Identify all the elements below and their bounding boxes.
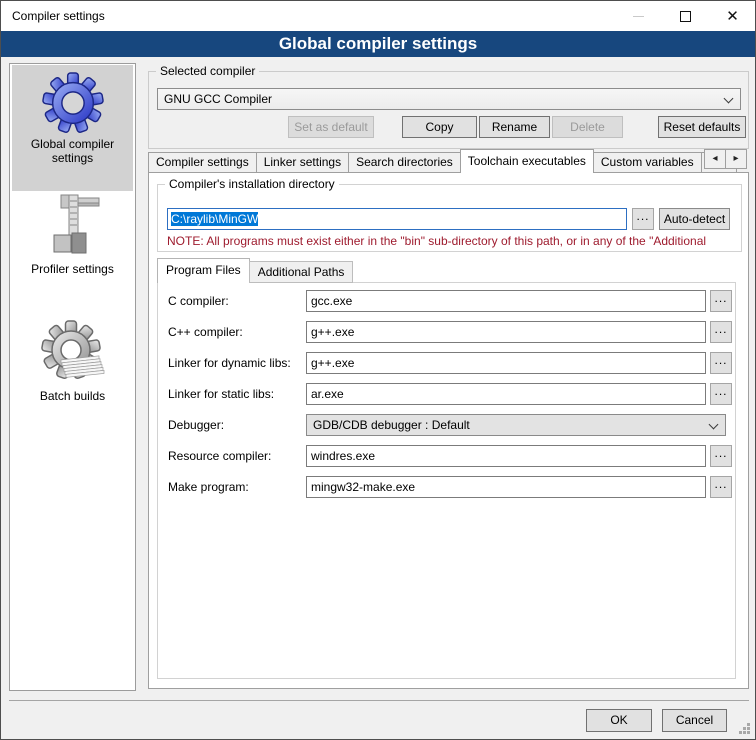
browse-static-linker-button[interactable]: ... (710, 383, 732, 405)
set-as-default-button: Set as default (288, 116, 374, 138)
sidebar-item-batch-builds[interactable]: Batch builds (12, 312, 133, 424)
sidebar-item-profiler-settings[interactable]: Profiler settings (12, 191, 133, 299)
subtab-program-files[interactable]: Program Files (157, 258, 250, 283)
field-label: Make program: (168, 476, 249, 498)
directory-note: NOTE: All programs must exist either in … (167, 234, 739, 248)
page-title: Global compiler settings (1, 31, 755, 57)
field-label: Resource compiler: (168, 445, 271, 467)
compiler-settings-dialog: Compiler settings ✕ Global compiler sett… (0, 0, 756, 740)
c-compiler-input[interactable] (306, 290, 706, 312)
program-files-page: C compiler: ... C++ compiler: ... Linker… (157, 282, 736, 679)
installation-directory-input[interactable]: C:\raylib\MinGW (167, 208, 627, 230)
tab-toolchain-executables[interactable]: Toolchain executables (460, 149, 594, 173)
static-linker-input[interactable] (306, 383, 706, 405)
sidebar-item-label: Global compiler settings (12, 137, 133, 165)
toolchain-executables-page: Compiler's installation directory C:\ray… (148, 172, 749, 689)
chevron-down-icon (724, 94, 734, 104)
tab-linker-settings[interactable]: Linker settings (256, 152, 349, 173)
browse-cpp-compiler-button[interactable]: ... (710, 321, 732, 343)
browse-c-compiler-button[interactable]: ... (710, 290, 732, 312)
field-label: Linker for static libs: (168, 383, 274, 405)
make-program-input[interactable] (306, 476, 706, 498)
compiler-select[interactable]: GNU GCC Compiler (157, 88, 741, 110)
chevron-down-icon (709, 420, 719, 430)
selected-compiler-group: Selected compiler GNU GCC Compiler Set a… (148, 71, 749, 149)
maximize-icon (680, 11, 691, 22)
field-label: Debugger: (168, 414, 224, 436)
tab-search-directories[interactable]: Search directories (348, 152, 461, 173)
browse-make-program-button[interactable]: ... (710, 476, 732, 498)
dynamic-linker-input[interactable] (306, 352, 706, 374)
cpp-compiler-input[interactable] (306, 321, 706, 343)
title-bar: Compiler settings ✕ (1, 1, 755, 31)
field-row-cpp-compiler: C++ compiler: ... (158, 321, 735, 345)
field-row-make-program: Make program: ... (158, 476, 735, 500)
footer-divider (9, 700, 749, 701)
field-label: C compiler: (168, 290, 229, 312)
tab-scroll-arrows: ◂ ▸ (705, 149, 747, 169)
resize-grip[interactable] (747, 723, 750, 726)
group-label: Compiler's installation directory (165, 177, 339, 191)
tab-compiler-settings[interactable]: Compiler settings (148, 152, 257, 173)
close-button[interactable]: ✕ (710, 1, 755, 31)
tab-scroll-left-icon[interactable]: ◂ (704, 149, 726, 169)
minimize-button (616, 1, 661, 31)
installation-directory-value: C:\raylib\MinGW (171, 212, 258, 226)
debugger-select-value: GDB/CDB debugger : Default (313, 418, 470, 432)
field-row-dynamic-linker: Linker for dynamic libs: ... (158, 352, 735, 376)
browse-dynamic-linker-button[interactable]: ... (710, 352, 732, 374)
installation-directory-group: Compiler's installation directory C:\ray… (157, 184, 742, 252)
field-label: Linker for dynamic libs: (168, 352, 291, 374)
window-title: Compiler settings (12, 1, 105, 31)
sidebar-item-global-compiler-settings[interactable]: Global compiler settings (12, 65, 133, 191)
field-row-resource-compiler: Resource compiler: ... (158, 445, 735, 469)
group-label: Selected compiler (156, 64, 259, 78)
auto-detect-button[interactable]: Auto-detect (659, 208, 730, 230)
cancel-button[interactable]: Cancel (662, 709, 727, 732)
minimize-icon (633, 16, 644, 17)
browse-resource-compiler-button[interactable]: ... (710, 445, 732, 467)
field-row-static-linker: Linker for static libs: ... (158, 383, 735, 407)
compiler-select-value: GNU GCC Compiler (164, 92, 272, 106)
gray-gear-stack-icon (41, 320, 105, 386)
reset-defaults-button[interactable]: Reset defaults (658, 116, 746, 138)
settings-category-sidebar: Global compiler settings Profiler s (9, 63, 136, 691)
delete-button: Delete (552, 116, 623, 138)
field-label: C++ compiler: (168, 321, 243, 343)
settings-tab-strip: Compiler settings Linker settings Search… (148, 149, 749, 173)
close-icon: ✕ (726, 9, 739, 24)
field-row-debugger: Debugger: GDB/CDB debugger : Default (158, 414, 735, 438)
debugger-select[interactable]: GDB/CDB debugger : Default (306, 414, 726, 436)
sidebar-item-label: Profiler settings (12, 262, 133, 276)
subtab-additional-paths[interactable]: Additional Paths (249, 261, 354, 283)
tab-custom-variables[interactable]: Custom variables (593, 152, 702, 173)
sidebar-item-label: Batch builds (12, 389, 133, 403)
blue-gear-icon (42, 72, 104, 134)
resource-compiler-input[interactable] (306, 445, 706, 467)
program-files-tab-strip: Program Files Additional Paths (157, 258, 352, 283)
tab-scroll-right-icon[interactable]: ▸ (725, 149, 747, 169)
ok-button[interactable]: OK (586, 709, 652, 732)
rename-button[interactable]: Rename (479, 116, 550, 138)
field-row-c-compiler: C compiler: ... (158, 290, 735, 314)
maximize-button[interactable] (663, 1, 708, 31)
browse-directory-button[interactable]: ... (632, 208, 654, 230)
copy-button[interactable]: Copy (402, 116, 477, 138)
caliper-icon (41, 193, 105, 259)
